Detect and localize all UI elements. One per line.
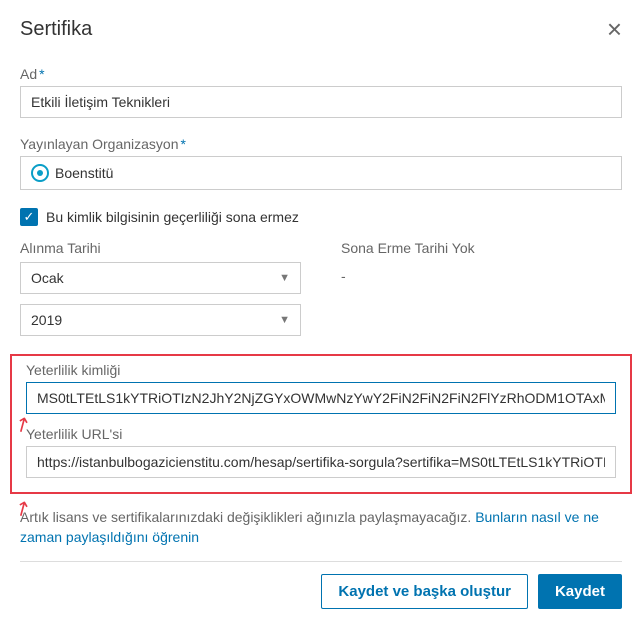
issue-date-label: Alınma Tarihi bbox=[20, 240, 301, 256]
modal-title: Sertifika bbox=[20, 18, 92, 41]
issue-year-value: 2019 bbox=[31, 312, 62, 328]
org-value: Boenstitü bbox=[55, 165, 113, 181]
chevron-down-icon: ▼ bbox=[279, 314, 290, 326]
credential-url-input[interactable] bbox=[26, 446, 616, 478]
expiry-date-col: Sona Erme Tarihi Yok - bbox=[341, 240, 622, 346]
divider bbox=[20, 561, 622, 562]
info-text-content: Artık lisans ve sertifikalarınızdaki değ… bbox=[20, 509, 475, 525]
no-expiry-label: Bu kimlik bilgisinin geçerliliği sona er… bbox=[46, 209, 299, 225]
issue-month-select[interactable]: Ocak ▼ bbox=[20, 262, 301, 294]
close-icon[interactable]: × bbox=[607, 16, 622, 42]
field-credential-id: Yeterlilik kimliği bbox=[26, 362, 616, 414]
certificate-modal: Sertifika × Ad* Yayınlayan Organizasyon*… bbox=[0, 0, 642, 625]
credential-id-label: Yeterlilik kimliği bbox=[26, 362, 616, 378]
credential-url-label: Yeterlilik URL'si bbox=[26, 426, 616, 442]
credential-id-input[interactable] bbox=[26, 382, 616, 414]
no-expiry-checkbox-row[interactable]: ✓ Bu kimlik bilgisinin geçerliliği sona … bbox=[20, 208, 622, 226]
issue-date-col: Alınma Tarihi Ocak ▼ 2019 ▼ bbox=[20, 240, 301, 346]
required-star-icon: * bbox=[181, 136, 186, 152]
issue-year-select[interactable]: 2019 ▼ bbox=[20, 304, 301, 336]
required-star-icon: * bbox=[39, 66, 44, 82]
issue-month-value: Ocak bbox=[31, 270, 64, 286]
field-credential-url: Yeterlilik URL'si bbox=[26, 426, 616, 478]
checkbox-checked-icon[interactable]: ✓ bbox=[20, 208, 38, 226]
save-and-create-another-button[interactable]: Kaydet ve başka oluştur bbox=[321, 574, 528, 609]
org-input[interactable]: Boenstitü bbox=[20, 156, 622, 190]
org-label: Yayınlayan Organizasyon* bbox=[20, 136, 622, 152]
expiry-dash: - bbox=[341, 262, 622, 284]
modal-header: Sertifika × bbox=[20, 16, 622, 42]
org-logo-icon bbox=[31, 164, 49, 182]
save-button[interactable]: Kaydet bbox=[538, 574, 622, 609]
date-row: Alınma Tarihi Ocak ▼ 2019 ▼ Sona Erme Ta… bbox=[20, 240, 622, 346]
field-org: Yayınlayan Organizasyon* Boenstitü bbox=[20, 136, 622, 190]
name-label: Ad* bbox=[20, 66, 622, 82]
chevron-down-icon: ▼ bbox=[279, 272, 290, 284]
highlight-box: ↗ ↗ Yeterlilik kimliği Yeterlilik URL'si bbox=[10, 354, 632, 494]
expiry-date-label: Sona Erme Tarihi Yok bbox=[341, 240, 622, 256]
field-name: Ad* bbox=[20, 66, 622, 118]
org-label-text: Yayınlayan Organizasyon bbox=[20, 136, 179, 152]
name-label-text: Ad bbox=[20, 66, 37, 82]
name-input[interactable] bbox=[20, 86, 622, 118]
info-text: Artık lisans ve sertifikalarınızdaki değ… bbox=[20, 508, 622, 547]
